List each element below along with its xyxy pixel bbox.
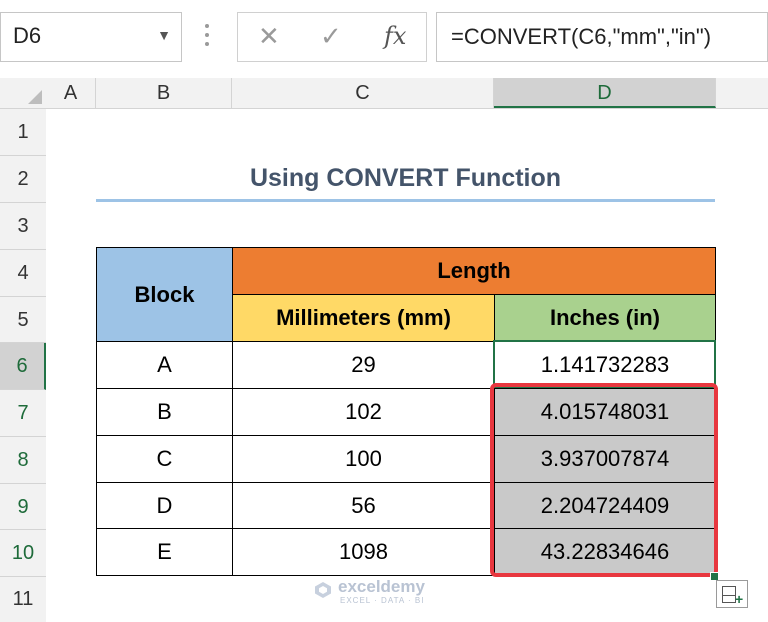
name-box-value: D6 [13, 23, 42, 48]
table-cell-inches[interactable]: 3.937007874 [494, 435, 716, 483]
table-cell-inches[interactable]: 1.141732283 [494, 341, 716, 389]
watermark-name: exceldemy [338, 577, 425, 596]
column-header-c[interactable]: C [232, 78, 494, 108]
row-header-1[interactable]: 1 [0, 109, 46, 156]
table-cell-mm[interactable]: 56 [232, 482, 495, 529]
sheet-title: Using CONVERT Function [249, 164, 562, 192]
table-cell-block[interactable]: C [96, 435, 233, 483]
header-length[interactable]: Length [232, 247, 716, 295]
row-headers: 1 2 3 4 5 6 7 8 9 10 11 [0, 109, 47, 622]
table-cell-inches[interactable]: 43.22834646 [494, 528, 716, 576]
row-header-11[interactable]: 11 [0, 577, 46, 622]
row-header-10[interactable]: 10 [0, 530, 46, 577]
header-inches[interactable]: Inches (in) [494, 294, 716, 342]
column-header-d[interactable]: D [494, 78, 716, 108]
row-header-7[interactable]: 7 [0, 390, 46, 437]
select-all-button[interactable] [0, 78, 46, 108]
row-header-8[interactable]: 8 [0, 437, 46, 484]
table-cell-inches[interactable]: 4.015748031 [494, 388, 716, 436]
header-millimeters[interactable]: Millimeters (mm) [232, 294, 495, 342]
column-headers: A B C D [0, 78, 768, 109]
row-header-5[interactable]: 5 [0, 297, 46, 343]
exceldemy-logo-icon [315, 582, 331, 598]
row-header-3[interactable]: 3 [0, 203, 46, 250]
drag-handle-icon[interactable] [204, 24, 210, 52]
table-cell-block[interactable]: E [96, 528, 233, 576]
exceldemy-watermark: exceldemy EXCEL · DATA · BI [314, 577, 464, 607]
table-cell-inches[interactable]: 2.204724409 [494, 482, 716, 529]
table-cell-block[interactable]: B [96, 388, 233, 436]
name-box[interactable]: D6 ▼ [0, 12, 182, 62]
column-header-next[interactable] [716, 78, 768, 108]
title-underline [96, 199, 715, 202]
table-cell-mm[interactable]: 29 [232, 341, 495, 389]
cancel-icon[interactable]: ✕ [258, 21, 280, 52]
quick-analysis-icon[interactable]: + [716, 580, 748, 608]
column-header-a[interactable]: A [46, 78, 96, 108]
insert-function-icon[interactable]: fx [384, 22, 406, 50]
table-cell-block[interactable]: A [96, 341, 233, 389]
table-cell-mm[interactable]: 100 [232, 435, 495, 483]
table-cell-mm[interactable]: 1098 [232, 528, 495, 576]
table-cell-mm[interactable]: 102 [232, 388, 495, 436]
enter-icon[interactable]: ✓ [320, 21, 342, 52]
formula-text: =CONVERT(C6,"mm","in") [451, 24, 712, 49]
formula-bar: D6 ▼ ✕ ✓ fx =CONVERT(C6,"mm","in") [0, 0, 768, 78]
table-cell-block[interactable]: D [96, 482, 233, 529]
formula-input[interactable]: =CONVERT(C6,"mm","in") [436, 12, 768, 62]
column-header-b[interactable]: B [96, 78, 232, 108]
chevron-down-icon[interactable]: ▼ [157, 27, 171, 43]
row-header-6[interactable]: 6 [0, 343, 46, 390]
row-header-9[interactable]: 9 [0, 484, 46, 530]
row-header-4[interactable]: 4 [0, 250, 46, 297]
header-block[interactable]: Block [96, 247, 233, 342]
formula-buttons: ✕ ✓ fx [237, 12, 427, 62]
row-header-2[interactable]: 2 [0, 156, 46, 203]
watermark-tagline: EXCEL · DATA · BI [340, 596, 425, 605]
